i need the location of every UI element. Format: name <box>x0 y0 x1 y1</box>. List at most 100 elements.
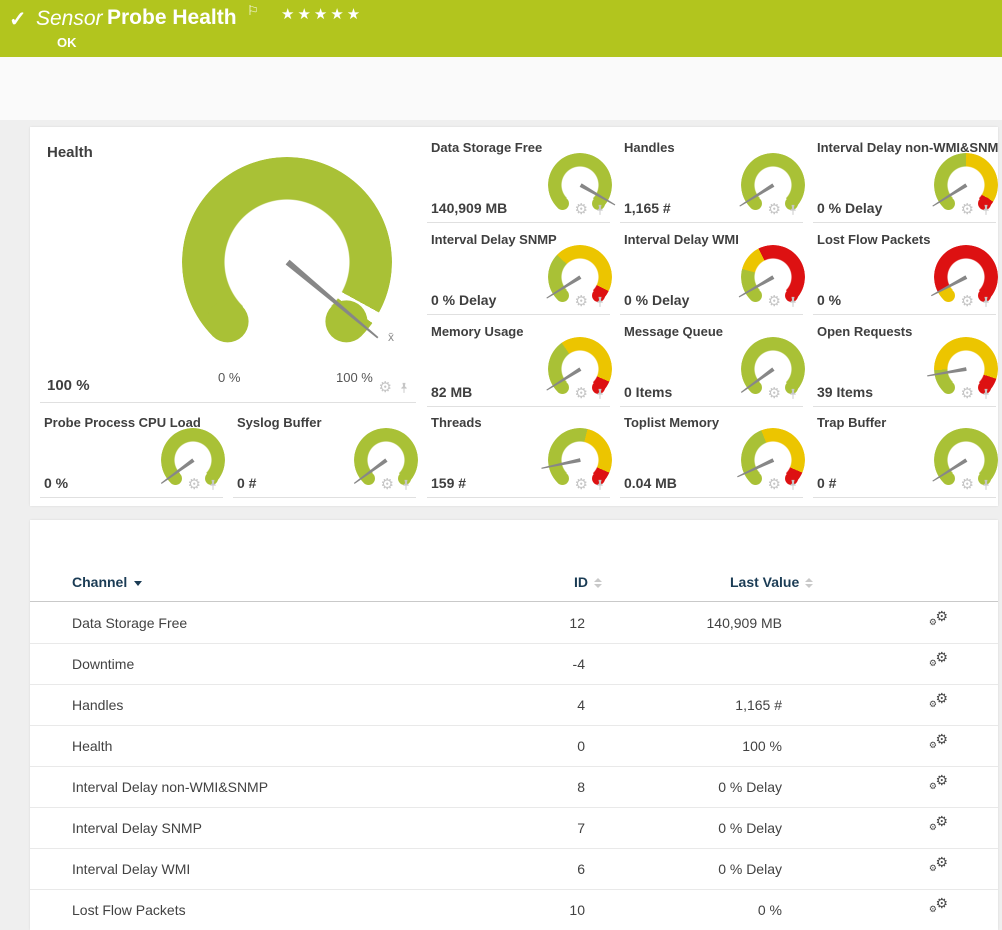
pin-icon[interactable] <box>787 387 799 401</box>
gauge-tile[interactable]: Toplist Memory0.04 MB⚙ <box>620 415 803 498</box>
pin-icon[interactable] <box>398 381 410 395</box>
gauge-value: 0 % Delay <box>817 200 882 216</box>
gauge-tile[interactable]: Interval Delay non-WMI&SNMP0 % Delay⚙ <box>813 140 996 223</box>
tab-bar: OverviewLive Data2days30days365daysHisto… <box>0 57 1002 120</box>
gauge-label: Message Queue <box>624 324 723 339</box>
gauge-tile-health[interactable]: Health 0 % 100 % x̄ 100 % ⚙ <box>40 140 416 403</box>
table-row[interactable]: Data Storage Free12140,909 MB⚙⚙ <box>30 603 998 644</box>
gear-icon[interactable]: ⚙ <box>575 294 588 309</box>
gear-icon[interactable]: ⚙ <box>961 477 974 492</box>
gauge-value: 0 % Delay <box>624 292 689 308</box>
cell-id: 6 <box>500 849 585 890</box>
pin-icon[interactable] <box>787 203 799 217</box>
channel-settings-gear-icon[interactable]: ⚙⚙ <box>928 767 948 808</box>
channel-settings-gear-icon[interactable]: ⚙⚙ <box>928 644 948 685</box>
gauge-tile[interactable]: Probe Process CPU Load0 %⚙ <box>40 415 223 498</box>
table-row[interactable]: Health0100 %⚙⚙ <box>30 726 998 767</box>
pin-icon[interactable] <box>594 387 606 401</box>
channel-settings-gear-icon[interactable]: ⚙⚙ <box>928 726 948 767</box>
gauge-value: 0.04 MB <box>624 475 677 491</box>
gear-icon[interactable]: ⚙ <box>961 202 974 217</box>
pin-icon[interactable] <box>207 478 219 492</box>
pin-icon[interactable] <box>980 387 992 401</box>
gauge-tile[interactable]: Message Queue 0 Items ⚙ <box>620 324 803 407</box>
gauge-tile[interactable]: Data Storage Free140,909 MB⚙ <box>427 140 610 223</box>
gear-icon[interactable]: ⚙ <box>188 477 201 492</box>
gear-icon[interactable]: ⚙ <box>575 477 588 492</box>
gauge-tile[interactable]: Interval Delay WMI0 % Delay⚙ <box>620 232 803 315</box>
channel-settings-gear-icon[interactable]: ⚙⚙ <box>928 808 948 849</box>
gauge-label: Syslog Buffer <box>237 415 322 430</box>
gauge-tile[interactable]: Lost Flow Packets0 %⚙ <box>813 232 996 315</box>
gauge-label: Memory Usage <box>431 324 523 339</box>
status-badge: OK <box>57 35 77 50</box>
pin-icon[interactable] <box>787 295 799 309</box>
pin-icon[interactable] <box>980 203 992 217</box>
gauge-value: 82 MB <box>431 384 472 400</box>
gauge-tile[interactable]: Handles1,165 #⚙ <box>620 140 803 223</box>
gauge-tile[interactable]: Trap Buffer0 #⚙ <box>813 415 996 498</box>
pin-icon[interactable] <box>400 478 412 492</box>
gauge-value: 0 % Delay <box>431 292 496 308</box>
gear-icon[interactable]: ⚙ <box>575 386 588 401</box>
cell-channel: Downtime <box>72 644 134 685</box>
table-body: Data Storage Free12140,909 MB⚙⚙Downtime-… <box>30 603 998 930</box>
cell-channel: Interval Delay non-WMI&SNMP <box>72 767 268 808</box>
gauge-value: 0 % <box>817 292 841 308</box>
gauge-value: 0 Items <box>624 384 672 400</box>
channel-settings-gear-icon[interactable]: ⚙⚙ <box>928 849 948 890</box>
cell-id: 8 <box>500 767 585 808</box>
gear-icon[interactable]: ⚙ <box>575 202 588 217</box>
gear-icon[interactable]: ⚙ <box>768 202 781 217</box>
table-row[interactable]: Interval Delay WMI60 % Delay⚙⚙ <box>30 849 998 890</box>
column-label: ID <box>574 574 588 590</box>
column-label: Channel <box>72 574 127 590</box>
pin-icon[interactable] <box>594 203 606 217</box>
pin-icon[interactable] <box>980 478 992 492</box>
gauge-value: 140,909 MB <box>431 200 507 216</box>
pin-icon[interactable] <box>980 295 992 309</box>
flag-icon[interactable]: ⚐ <box>247 3 259 19</box>
gear-icon[interactable]: ⚙ <box>381 477 394 492</box>
health-gauge <box>182 157 392 367</box>
cell-last-value: 100 % <box>600 726 782 767</box>
pin-icon[interactable] <box>594 295 606 309</box>
gauge-tile[interactable]: Memory Usage 82 MB ⚙ <box>427 324 610 407</box>
gear-icon[interactable]: ⚙ <box>768 294 781 309</box>
cell-last-value: 140,909 MB <box>600 603 782 644</box>
column-header-last-value[interactable]: Last Value <box>730 562 813 602</box>
cell-channel: Data Storage Free <box>72 603 187 644</box>
gauge-label: Threads <box>431 415 482 430</box>
channel-settings-gear-icon[interactable]: ⚙⚙ <box>928 890 948 930</box>
page-title: Probe Health <box>107 6 237 30</box>
pin-icon[interactable] <box>787 478 799 492</box>
channel-settings-gear-icon[interactable]: ⚙⚙ <box>928 685 948 726</box>
gauge-label: Health <box>47 144 93 161</box>
gauge-tile[interactable]: Threads159 #⚙ <box>427 415 610 498</box>
channel-settings-gear-icon[interactable]: ⚙⚙ <box>928 603 948 644</box>
gauge-tile[interactable]: Syslog Buffer0 #⚙ <box>233 415 416 498</box>
pin-icon[interactable] <box>594 478 606 492</box>
table-row[interactable]: Handles41,165 #⚙⚙ <box>30 685 998 726</box>
cell-id: 10 <box>500 890 585 930</box>
gear-icon[interactable]: ⚙ <box>768 386 781 401</box>
table-row[interactable]: Interval Delay non-WMI&SNMP80 % Delay⚙⚙ <box>30 767 998 808</box>
column-header-id[interactable]: ID <box>574 562 602 602</box>
status-check-icon: ✓ <box>9 7 27 32</box>
table-row[interactable]: Downtime-4⚙⚙ <box>30 644 998 685</box>
gear-icon[interactable]: ⚙ <box>961 294 974 309</box>
cell-last-value: 1,165 # <box>600 685 782 726</box>
priority-stars[interactable]: ★★★★★ <box>281 5 363 23</box>
cell-id: 0 <box>500 726 585 767</box>
column-header-channel[interactable]: Channel <box>72 562 142 602</box>
table-row[interactable]: Interval Delay SNMP70 % Delay⚙⚙ <box>30 808 998 849</box>
gear-icon[interactable]: ⚙ <box>379 380 392 395</box>
gauge-tile[interactable]: Open Requests39 Items⚙ <box>813 324 996 407</box>
gauge-value: 39 Items <box>817 384 873 400</box>
gear-icon[interactable]: ⚙ <box>961 386 974 401</box>
gear-icon[interactable]: ⚙ <box>768 477 781 492</box>
gauge-tile[interactable]: Interval Delay SNMP0 % Delay⚙ <box>427 232 610 315</box>
cell-channel: Interval Delay WMI <box>72 849 190 890</box>
table-row[interactable]: Lost Flow Packets100 %⚙⚙ <box>30 890 998 930</box>
cell-channel: Lost Flow Packets <box>72 890 186 930</box>
